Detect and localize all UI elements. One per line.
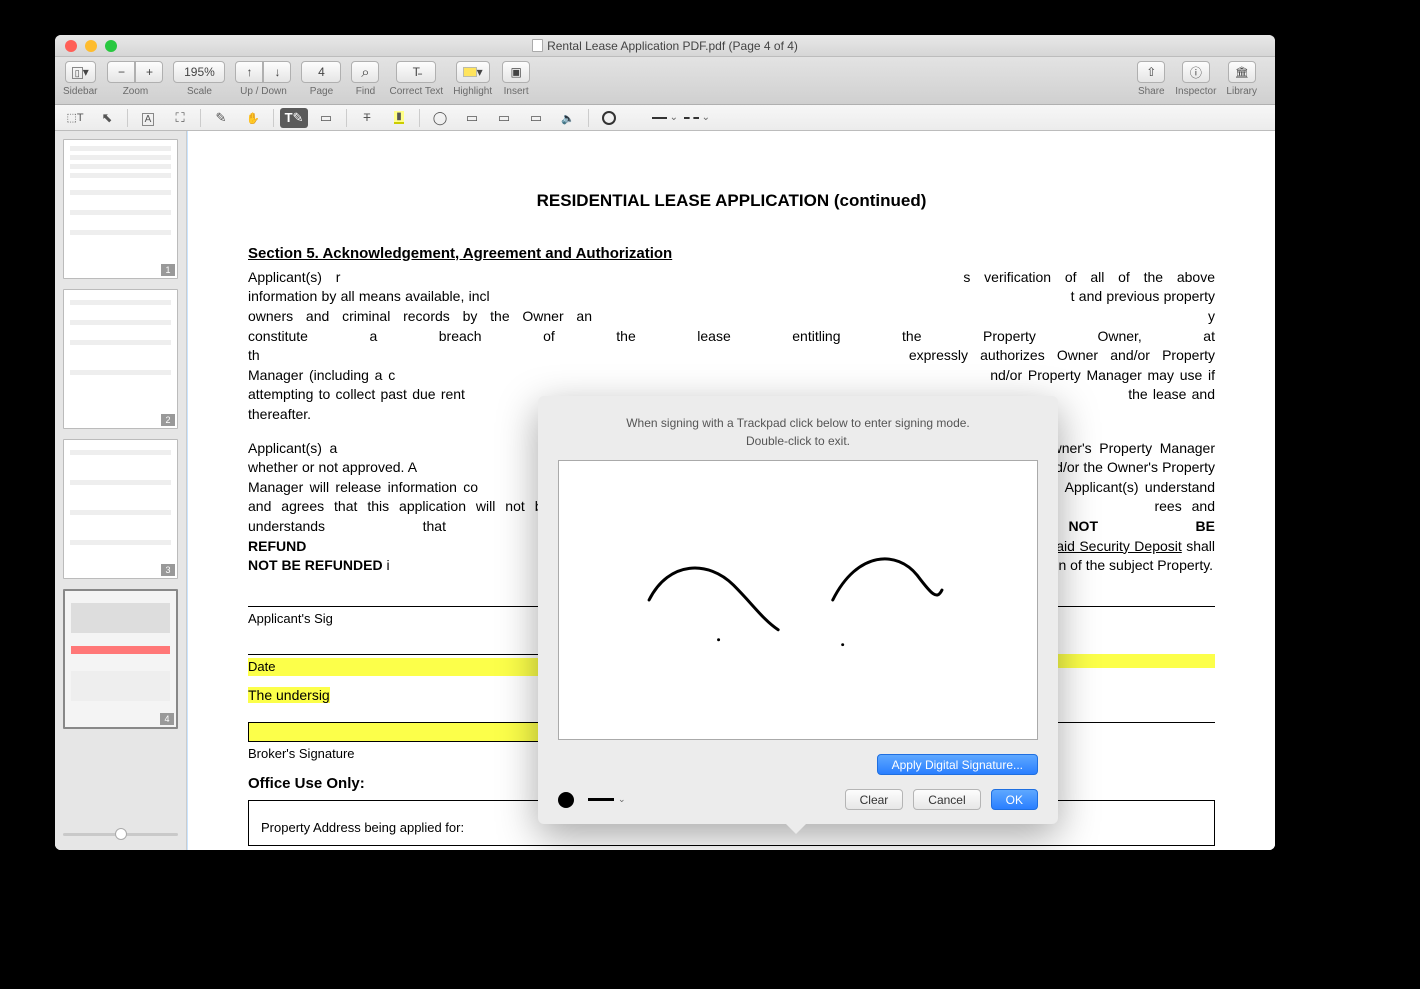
stamp-icon [530, 110, 542, 126]
signature-dialog: When signing with a Trackpad click below… [538, 396, 1058, 824]
crop-tool[interactable] [166, 108, 194, 128]
signature-color-swatch[interactable] [558, 792, 574, 808]
document-icon [532, 39, 543, 52]
share-icon [1146, 65, 1156, 79]
share-label: Share [1138, 86, 1165, 97]
window-title: Rental Lease Application PDF.pdf (Page 4… [55, 39, 1275, 53]
section-heading: Section 5. Acknowledgement, Agreement an… [248, 243, 1215, 264]
bubble-icon [433, 110, 448, 126]
draw-tool[interactable] [207, 108, 235, 128]
sidebar-icon [72, 65, 83, 79]
line-style-dropdown[interactable]: ⌄ [683, 108, 711, 128]
search-icon [361, 64, 369, 81]
find-label: Find [356, 86, 375, 97]
signature-instructions: When signing with a Trackpad click below… [558, 414, 1038, 450]
thumbnail-page-4[interactable]: 4 [63, 589, 178, 729]
library-icon [1235, 65, 1249, 79]
thumbnail-sidebar: 1 2 3 4 [55, 131, 187, 850]
cursor-icon [102, 110, 113, 126]
comment-tool[interactable] [426, 108, 454, 128]
pan-tool[interactable] [239, 108, 267, 128]
apply-digital-signature-button[interactable]: Apply Digital Signature... [877, 754, 1038, 775]
undersigned-text: The undersig [248, 687, 330, 703]
signature-canvas[interactable] [558, 460, 1038, 740]
box-tool[interactable] [490, 108, 518, 128]
page-down-button[interactable] [263, 61, 291, 83]
zoom-value-field[interactable]: 195% [173, 61, 225, 83]
strike-tool[interactable]: T [353, 108, 381, 128]
shape-circle-tool[interactable] [595, 108, 623, 128]
insert-button[interactable] [502, 61, 530, 83]
sound-tool[interactable] [554, 108, 582, 128]
insert-label: Insert [504, 86, 529, 97]
highlight-button[interactable]: ▾ [456, 61, 490, 83]
stamp-tool[interactable] [522, 108, 550, 128]
arrow-up-icon [246, 65, 252, 79]
library-label: Library [1226, 86, 1257, 97]
updown-label: Up / Down [240, 86, 287, 97]
thumbnail-size-slider[interactable] [63, 826, 178, 842]
arrow-down-icon [274, 65, 280, 79]
thumbnail-page-1[interactable]: 1 [63, 139, 178, 279]
select-icon [320, 110, 332, 126]
minus-icon [118, 65, 125, 79]
plus-icon [146, 65, 153, 79]
cancel-button[interactable]: Cancel [913, 789, 980, 810]
document-view[interactable]: RESIDENTIAL LEASE APPLICATION (continued… [187, 131, 1275, 850]
text-box-tool[interactable] [134, 108, 162, 128]
sidebar-label: Sidebar [63, 86, 97, 97]
correct-text-button[interactable] [396, 61, 436, 83]
text-select-tool[interactable]: ⬚T [61, 108, 89, 128]
library-button[interactable] [1228, 61, 1256, 83]
ok-button[interactable]: OK [991, 789, 1038, 810]
share-button[interactable] [1137, 61, 1165, 83]
signature-tool[interactable]: ✎ [280, 108, 308, 128]
highlight-label: Highlight [453, 86, 492, 97]
zoom-out-button[interactable] [107, 61, 135, 83]
sound-icon [561, 110, 575, 125]
note-icon [466, 110, 478, 126]
titlebar: Rental Lease Application PDF.pdf (Page 4… [55, 35, 1275, 57]
page-up-button[interactable] [235, 61, 263, 83]
annotation-toolbar: ⬚T ✎ T ▮ ⌄ ⌄ [55, 105, 1275, 131]
clear-button[interactable]: Clear [845, 789, 904, 810]
zoom-in-button[interactable] [135, 61, 163, 83]
inspector-label: Inspector [1175, 86, 1216, 97]
pencil-icon [216, 110, 227, 126]
info-icon [1190, 64, 1202, 81]
main-toolbar: ▾ Sidebar Zoom 195% Scale Up / Down [55, 57, 1275, 105]
signature-alt-tool[interactable] [312, 108, 340, 128]
square-icon [498, 110, 510, 126]
image-icon [510, 65, 521, 79]
note-tool[interactable] [458, 108, 486, 128]
correct-label: Correct Text [389, 86, 443, 97]
signature-line-weight[interactable] [588, 798, 614, 801]
scale-label: Scale [187, 86, 212, 97]
page-label: Page [310, 86, 333, 97]
strike-icon [413, 65, 420, 79]
circle-icon [602, 111, 616, 125]
highlight-icon [463, 67, 477, 77]
line-weight-dropdown[interactable]: ⌄ [651, 108, 679, 128]
highlight-tool[interactable]: ▮ [385, 108, 413, 128]
inspector-button[interactable] [1182, 61, 1210, 83]
zoom-label: Zoom [123, 86, 149, 97]
textbox-icon [142, 110, 155, 125]
thumbnail-page-3[interactable]: 3 [63, 439, 178, 579]
thumbnail-page-2[interactable]: 2 [63, 289, 178, 429]
hand-icon [246, 110, 260, 125]
crop-icon [175, 110, 184, 126]
app-window: Rental Lease Application PDF.pdf (Page 4… [55, 35, 1275, 850]
page-number-field[interactable]: 4 [301, 61, 341, 83]
pointer-tool[interactable] [93, 108, 121, 128]
sign-icon [285, 110, 293, 125]
sidebar-toggle[interactable]: ▾ [65, 61, 96, 83]
find-button[interactable] [351, 61, 379, 83]
page-heading: RESIDENTIAL LEASE APPLICATION (continued… [248, 189, 1215, 213]
